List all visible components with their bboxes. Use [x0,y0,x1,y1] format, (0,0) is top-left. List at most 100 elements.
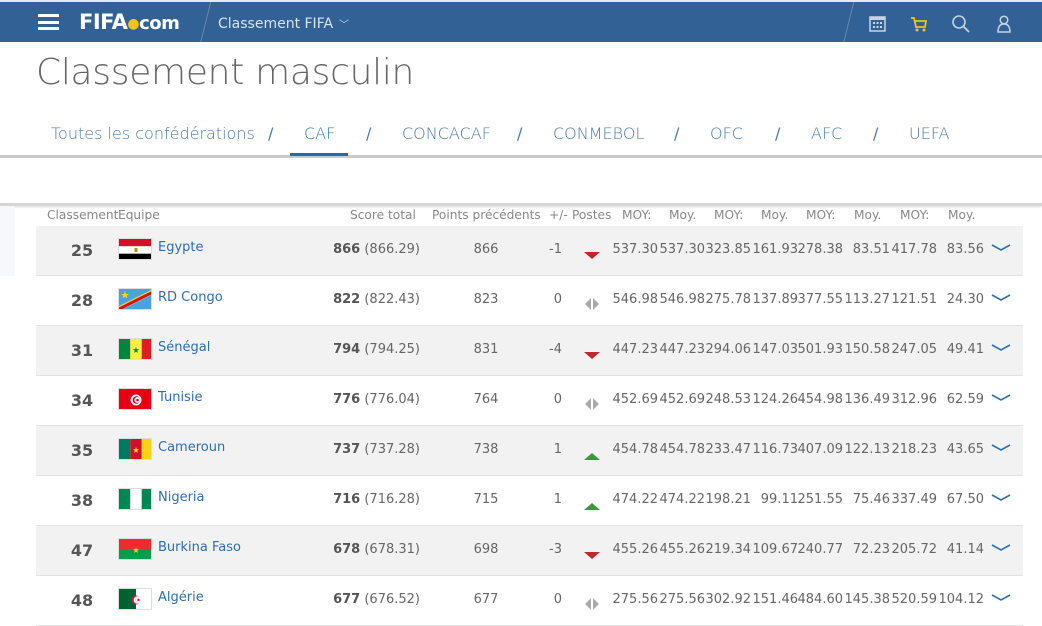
cart-icon[interactable] [909,14,929,34]
team-link[interactable]: Burkina Faso [158,540,241,555]
flag-drc-icon [118,288,152,310]
average-value: 151.46 [752,592,799,607]
table-row[interactable]: 31 Sénégal 794 (794.25) 831 -4 447.23 447.23 29… [36,326,1023,376]
rank-value: 35 [70,441,94,460]
expand-chevron-icon[interactable] [990,538,1012,552]
average-value: 474.22 [612,492,659,507]
table-row[interactable]: 48 Algérie 677 (676.52) 677 0 275.56 275.56 302… [36,576,1023,626]
expand-chevron-icon[interactable] [990,388,1012,402]
total-score: 716 (716.28) [310,492,420,507]
header-col-1[interactable]: MOY: [622,208,651,222]
total-score: 776 (776.04) [310,392,420,407]
average-value: 454.78 [612,442,659,457]
section-divider [0,203,1042,206]
confederation-tabs: Toutes les confédérations / CAF / CONCAC… [0,112,1042,158]
expand-chevron-icon[interactable] [990,338,1012,352]
average-value: 150.58 [844,342,891,357]
table-row[interactable]: 34 Tunisie 776 (776.04) 764 0 452.69 452.69 248… [36,376,1023,426]
header-col-5[interactable]: MOY: [806,208,835,222]
average-value: 454.78 [659,442,706,457]
tab-caf[interactable]: CAF [304,124,335,143]
tab-afc[interactable]: AFC [811,124,842,143]
trend-up-icon [583,496,601,510]
average-value: 136.49 [844,392,891,407]
header-col-4[interactable]: Moy. [761,208,788,222]
score-rounded: 716 [333,492,361,507]
average-value: 407.09 [797,442,844,457]
search-icon[interactable] [951,14,971,34]
tab-all-confederations[interactable]: Toutes les confédérations [51,124,255,143]
average-value: 62.59 [946,392,984,407]
team-link[interactable]: Egypte [158,240,204,255]
score-rounded: 776 [333,392,361,407]
menu-icon[interactable] [38,14,59,30]
header-col-2[interactable]: Moy. [669,208,696,222]
table-row[interactable]: 28 RD Congo 822 (822.43) 823 0 546.98 546.98 27… [36,276,1023,326]
average-value: 302.92 [705,592,752,607]
average-value: 116.73 [752,442,799,457]
expand-chevron-icon[interactable] [990,488,1012,502]
tab-uefa[interactable]: UEFA [909,124,950,143]
header-team[interactable]: Equipe [118,208,160,222]
header-col-6[interactable]: Moy. [854,208,881,222]
average-value: 294.06 [705,342,752,357]
expand-chevron-icon[interactable] [990,288,1012,302]
header-divider [842,2,855,44]
previous-points: 764 [473,392,499,407]
average-value: 275.56 [659,592,706,607]
header-col-7[interactable]: MOY: [900,208,929,222]
team-link[interactable]: Tunisie [158,390,202,405]
trend-same-icon [583,596,601,610]
header-previous-points[interactable]: Points précédents [432,208,541,222]
expand-chevron-icon[interactable] [990,238,1012,252]
total-score: 822 (822.43) [310,292,420,307]
average-value: 455.26 [659,542,706,557]
team-link[interactable]: Algérie [158,590,204,605]
flag-burkina-icon [118,538,152,560]
average-value: 520.59 [891,592,938,607]
rank-value: 34 [70,391,94,410]
total-score: 678 (678.31) [310,542,420,557]
team-link[interactable]: Sénégal [158,340,210,355]
header-diff[interactable]: +/- [549,208,568,222]
previous-points: 677 [473,592,499,607]
table-row[interactable]: 47 Burkina Faso 678 (678.31) 698 -3 455.26 455… [36,526,1023,576]
trend-down-icon [583,246,601,259]
breadcrumb-label: Classement FIFA [218,16,334,32]
average-value: 41.14 [946,542,984,557]
score-exact: (678.31) [364,542,420,557]
average-value: 233.47 [705,442,752,457]
trend-same-icon [583,296,601,310]
header-postes[interactable]: Postes [572,208,611,222]
tab-separator: / [674,124,680,143]
table-row[interactable]: 38 Nigeria 716 (716.28) 715 1 474.22 474.22 198… [36,476,1023,526]
header-col-8[interactable]: Moy. [948,208,975,222]
fifa-logo[interactable]: FIFA●com [79,10,180,34]
calendar-icon[interactable] [868,14,888,34]
average-value: 137.89 [752,292,799,307]
team-link[interactable]: RD Congo [158,290,223,305]
tab-separator: / [775,124,781,143]
header-rank[interactable]: Classement [47,208,118,222]
table-row[interactable]: 35 Cameroun 737 (737.28) 738 1 454.78 454.78 23… [36,426,1023,476]
tab-conmebol[interactable]: CONMEBOL [553,124,644,143]
total-score: 794 (794.25) [310,342,420,357]
header-col-3[interactable]: MOY: [714,208,743,222]
total-score: 737 (737.28) [310,442,420,457]
expand-chevron-icon[interactable] [990,588,1012,602]
team-link[interactable]: Cameroun [158,440,225,455]
expand-chevron-icon[interactable] [990,438,1012,452]
top-navigation-bar: FIFA●com Classement FIFA ﹀ [0,0,1042,44]
team-link[interactable]: Nigeria [158,490,205,505]
breadcrumb-dropdown[interactable]: Classement FIFA ﹀ [218,16,349,32]
average-value: 99.11 [760,492,798,507]
active-tab-indicator [290,153,348,156]
rank-value: 31 [70,341,94,360]
score-rounded: 794 [333,342,361,357]
header-score[interactable]: Score total [350,208,416,222]
user-icon[interactable] [994,14,1014,34]
average-value: 278.38 [797,242,844,257]
tab-concacaf[interactable]: CONCACAF [402,124,491,143]
table-row[interactable]: 25 Egypte 866 (866.29) 866 -1 537.30 537.30 323… [36,226,1023,276]
tab-ofc[interactable]: OFC [710,124,743,143]
